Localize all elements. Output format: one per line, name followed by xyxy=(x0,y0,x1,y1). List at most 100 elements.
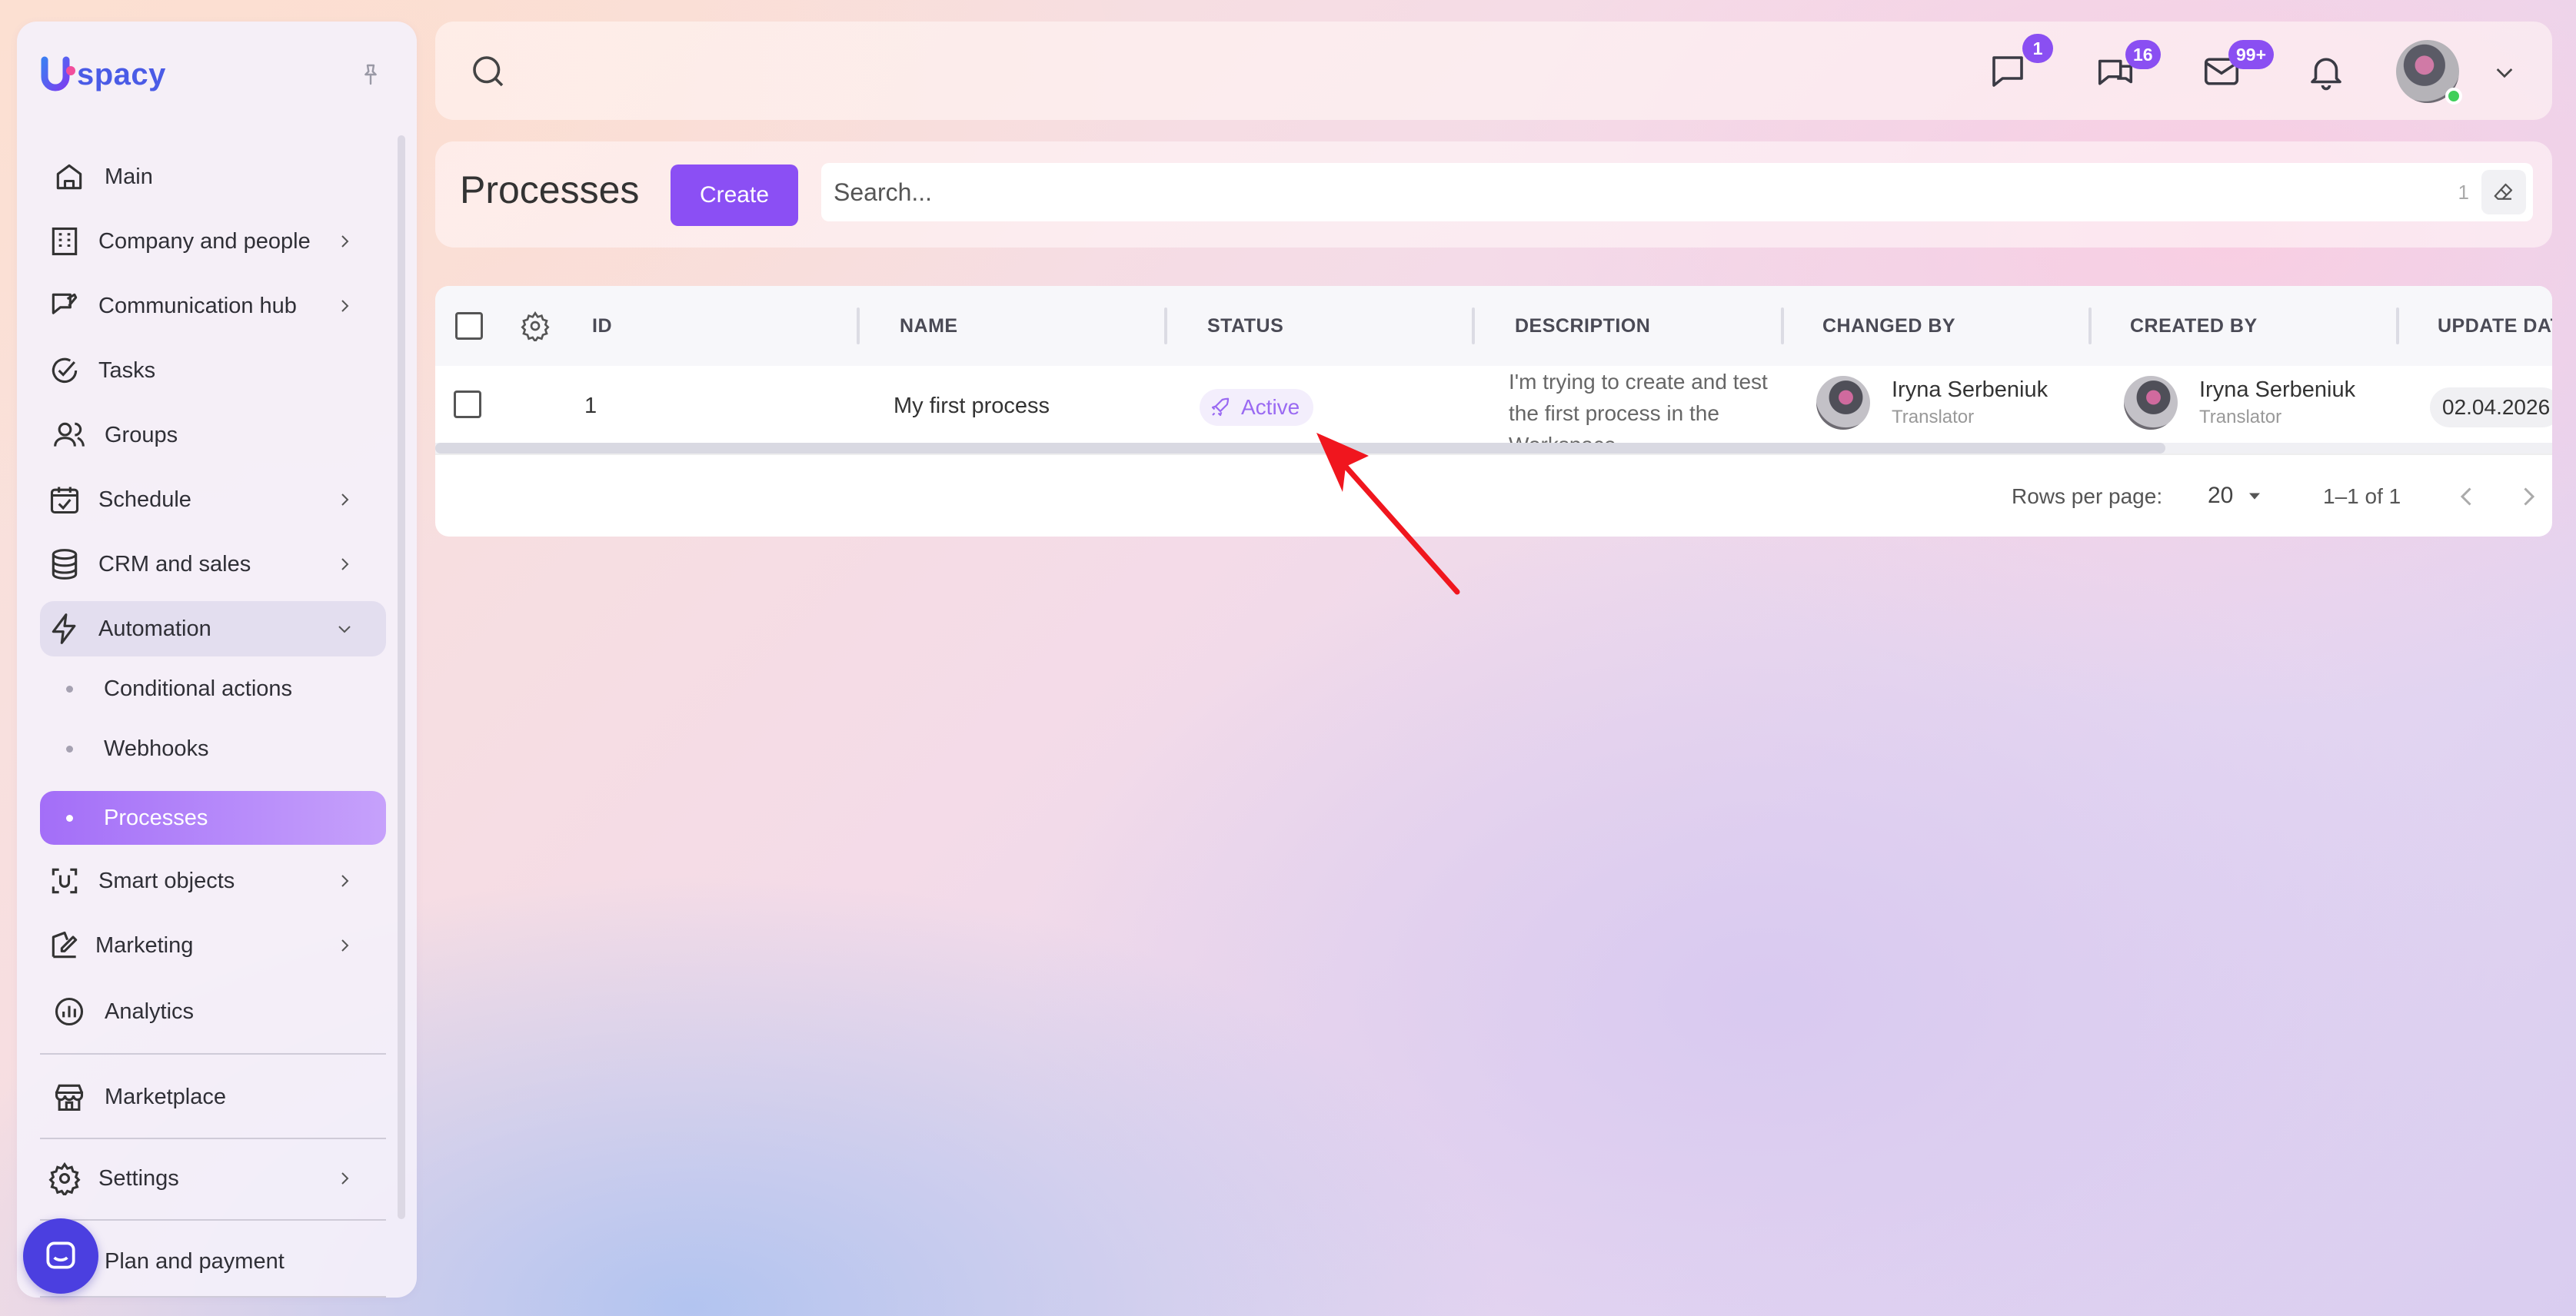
row-checkbox[interactable] xyxy=(454,390,481,418)
database-icon xyxy=(48,547,82,581)
person-name: Iryna Serbeniuk xyxy=(1892,377,2048,402)
sidebar-subitem-label: Conditional actions xyxy=(104,676,293,701)
sidebar-item-label: CRM and sales xyxy=(98,551,251,577)
column-resize-handle[interactable] xyxy=(2088,307,2092,344)
person-name: Iryna Serbeniuk xyxy=(2199,377,2356,402)
sidebar-item-analytics[interactable]: Analytics xyxy=(40,984,386,1039)
sidebar-subitem-processes[interactable]: Processes xyxy=(40,791,386,845)
chevron-right-icon xyxy=(335,555,354,573)
avatar xyxy=(1816,376,1870,430)
chat-icon xyxy=(42,1237,80,1275)
page-header: Processes Create 1 xyxy=(435,141,2552,248)
sidebar-item-label: Main xyxy=(105,164,153,189)
bullet-dot xyxy=(66,685,73,693)
chevron-left-icon[interactable] xyxy=(2453,483,2481,510)
sidebar-subitem-label: Webhooks xyxy=(104,736,209,761)
sidebar-subitem-webhooks[interactable]: Webhooks xyxy=(40,722,386,776)
sidebar-item-marketplace[interactable]: Marketplace xyxy=(40,1069,386,1125)
cell-update-date: 02.04.2026 xyxy=(2430,387,2552,427)
logo[interactable]: spacy xyxy=(40,52,166,97)
chevron-right-icon xyxy=(335,872,354,890)
column-resize-handle[interactable] xyxy=(2396,307,2399,344)
search-icon[interactable] xyxy=(468,51,509,92)
sidebar-item-marketing[interactable]: Marketing xyxy=(40,918,386,973)
person-role: Translator xyxy=(2199,407,2282,427)
bullet-dot xyxy=(66,814,73,822)
column-header-update-date[interactable]: UPDATE DAT xyxy=(2438,315,2552,337)
bell-icon[interactable] xyxy=(2305,51,2347,92)
eraser-icon[interactable] xyxy=(2481,170,2526,214)
gear-icon[interactable] xyxy=(520,311,551,341)
column-header-id[interactable]: ID xyxy=(592,315,612,337)
annotation-arrow-icon xyxy=(1316,433,1460,595)
create-button[interactable]: Create xyxy=(671,164,798,226)
cell-description: I'm trying to create and test the first … xyxy=(1509,370,1768,446)
column-header-changed-by[interactable]: CHANGED BY xyxy=(1822,315,1955,337)
cell-changed-by[interactable]: Iryna Serbeniuk Translator xyxy=(1816,375,2048,430)
sidebar-item-label: Analytics xyxy=(105,999,195,1024)
column-resize-handle[interactable] xyxy=(1781,307,1784,344)
sidebar-item-label: Settings xyxy=(98,1165,179,1191)
logo-text: spacy xyxy=(77,57,166,91)
mail-badge: 99+ xyxy=(2228,40,2275,69)
sidebar-subitem-conditional-actions[interactable]: Conditional actions xyxy=(40,662,386,716)
column-header-created-by[interactable]: CREATED BY xyxy=(2130,315,2258,337)
sidebar-divider xyxy=(40,1219,386,1221)
pagination-range: 1–1 of 1 xyxy=(2323,484,2401,508)
cell-name[interactable]: My first process xyxy=(894,394,1050,419)
avatar xyxy=(2124,376,2178,430)
select-all-checkbox[interactable] xyxy=(455,312,483,340)
message-icon[interactable] xyxy=(1987,51,2029,92)
sidebar-divider xyxy=(40,1296,386,1298)
column-resize-handle[interactable] xyxy=(857,307,860,344)
analytics-icon xyxy=(52,995,86,1029)
rows-per-page-select[interactable]: 20 xyxy=(2208,483,2265,509)
person-role: Translator xyxy=(1892,407,1975,427)
cell-created-by[interactable]: Iryna Serbeniuk Translator xyxy=(2124,375,2355,430)
sidebar-item-label: Communication hub xyxy=(98,293,297,318)
top-bar: 1 16 99+ xyxy=(435,22,2552,120)
rows-per-page-label: Rows per page: xyxy=(2012,484,2163,508)
pin-icon[interactable] xyxy=(351,55,390,94)
sidebar-item-schedule[interactable]: Schedule xyxy=(40,472,386,527)
chevron-down-icon[interactable] xyxy=(2492,60,2517,85)
sidebar-divider xyxy=(40,1053,386,1055)
sidebar-item-label: Company and people xyxy=(98,228,311,254)
sidebar-item-settings[interactable]: Settings xyxy=(40,1151,386,1206)
status-badge[interactable]: Active xyxy=(1200,389,1314,426)
column-resize-handle[interactable] xyxy=(1472,307,1475,344)
sidebar-item-communication[interactable]: Communication hub xyxy=(40,278,386,334)
chevron-right-icon xyxy=(335,1169,354,1188)
chats-badge: 16 xyxy=(2125,40,2161,69)
column-header-name[interactable]: NAME xyxy=(900,315,958,337)
horizontal-scrollbar[interactable] xyxy=(435,443,2552,454)
sidebar-item-label: Groups xyxy=(105,422,178,447)
messages-badge: 1 xyxy=(2022,34,2053,63)
processes-table: ID NAME STATUS DESCRIPTION CHANGED BY CR… xyxy=(435,286,2552,537)
sidebar-item-smart-objects[interactable]: Smart objects xyxy=(40,853,386,909)
support-chat-button[interactable] xyxy=(23,1218,98,1294)
logo-mark-icon xyxy=(40,52,75,97)
status-label: Active xyxy=(1241,395,1300,419)
sidebar-item-groups[interactable]: Groups xyxy=(40,407,386,463)
column-header-description[interactable]: DESCRIPTION xyxy=(1515,315,1650,337)
communication-icon xyxy=(48,289,82,323)
sidebar-item-company[interactable]: Company and people xyxy=(40,214,386,269)
sidebar-item-crm[interactable]: CRM and sales xyxy=(40,537,386,592)
sidebar-item-tasks[interactable]: Tasks xyxy=(40,343,386,398)
sidebar-item-label: Schedule xyxy=(98,487,191,512)
cell-id: 1 xyxy=(584,394,597,418)
rocket-icon xyxy=(1209,396,1232,419)
sidebar-item-label: Plan and payment xyxy=(105,1248,285,1274)
sidebar-item-automation[interactable]: Automation xyxy=(40,601,386,656)
column-header-status[interactable]: STATUS xyxy=(1207,315,1283,337)
calendar-icon xyxy=(48,483,82,517)
sidebar-scrollbar[interactable] xyxy=(398,135,405,1219)
chevron-right-icon xyxy=(335,297,354,315)
online-status-dot xyxy=(2445,88,2462,105)
sidebar-item-main[interactable]: Main xyxy=(40,149,386,204)
search-input[interactable] xyxy=(821,163,2458,221)
chevron-right-icon[interactable] xyxy=(2514,483,2542,510)
column-resize-handle[interactable] xyxy=(1164,307,1167,344)
sidebar: spacy Main Company and people Communicat… xyxy=(17,22,417,1298)
